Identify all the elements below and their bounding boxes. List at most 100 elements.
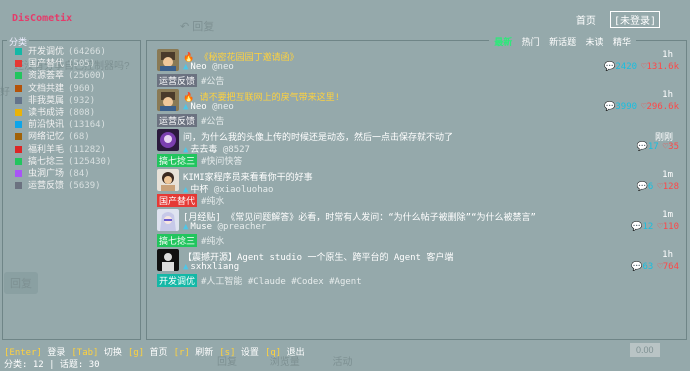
topic-author[interactable]: ▲ Neo @neo bbox=[183, 62, 234, 72]
category-item[interactable]: 网络记忆 (68) bbox=[15, 131, 111, 143]
like-count-value: 131.6k bbox=[646, 62, 679, 72]
category-badge[interactable]: 搞七捻三 bbox=[157, 234, 198, 247]
category-color-swatch bbox=[15, 145, 22, 153]
topic-stats: 💬63 ♡764 bbox=[631, 262, 679, 272]
avatar[interactable] bbox=[157, 49, 179, 71]
category-item[interactable]: 非我莫属 (932) bbox=[15, 95, 111, 107]
like-count: ♡764 bbox=[657, 262, 679, 272]
topic-row[interactable]: 【震撼开源】Agent studio 一个原生、跨平台的 Agent 客户端 ▲ s… bbox=[157, 249, 683, 289]
category-label: 前沿快讯 bbox=[28, 120, 65, 131]
category-item[interactable]: 福利羊毛 (11282) bbox=[15, 144, 111, 156]
topic-stats: 💬3990 ♡296.6k bbox=[604, 102, 679, 112]
author-name: sxhxliang bbox=[190, 262, 240, 272]
category-item[interactable]: 虫洞广场 (84) bbox=[15, 168, 111, 180]
like-count: ♡110 bbox=[657, 222, 679, 232]
key-hint-label: 刷新 bbox=[189, 348, 214, 358]
category-badge[interactable]: 国产替代 bbox=[157, 194, 198, 207]
tab-unread[interactable]: 未读 bbox=[586, 38, 604, 48]
topic-time: 1m bbox=[662, 170, 673, 180]
category-list: 开发调优 (64266) 国产替代 (505) 资源荟萃 (25600) 文档共建 (960)… bbox=[15, 46, 111, 192]
reply-count: 💬63 bbox=[631, 262, 653, 272]
topic-meta: 搞七捻三 #纯水 bbox=[157, 234, 224, 247]
topic-author[interactable]: ▲ Neo @neo bbox=[183, 102, 234, 112]
reply-count-value: 6 bbox=[647, 182, 654, 192]
reply-count-value: 12 bbox=[642, 222, 654, 232]
reply-count-value: 2420 bbox=[615, 62, 638, 72]
category-badge[interactable]: 开发调优 bbox=[157, 274, 198, 287]
category-label: 文档共建 bbox=[28, 83, 65, 94]
topic-row[interactable]: KIMI家程序员来看看你干的好事 ▲ 中杯 @xiaoluohao 国产替代 #纯水 1m… bbox=[157, 169, 683, 209]
reply-count: 💬17 bbox=[637, 142, 659, 152]
category-item[interactable]: 前沿快讯 (13164) bbox=[15, 119, 111, 131]
speech-bubble-icon: 💬 bbox=[636, 182, 648, 192]
tab-latest[interactable]: 最新 bbox=[494, 38, 512, 48]
category-item[interactable]: 资源荟萃 (25600) bbox=[15, 70, 111, 82]
avatar[interactable] bbox=[157, 249, 179, 271]
avatar[interactable] bbox=[157, 169, 179, 191]
category-count: (960) bbox=[68, 83, 96, 94]
topic-tags[interactable]: #纯水 bbox=[201, 197, 224, 207]
tab-top[interactable]: 精华 bbox=[613, 38, 631, 48]
topic-tags[interactable]: #快问快答 bbox=[201, 157, 242, 167]
topic-meta: 国产替代 #纯水 bbox=[157, 194, 224, 207]
category-item[interactable]: 运营反馈 (5639) bbox=[15, 180, 111, 192]
like-count: ♡35 bbox=[663, 142, 679, 152]
topic-author[interactable]: ▲ Muse @preacher bbox=[183, 222, 266, 232]
topic-tags[interactable]: #人工智能 #Claude #Codex #Agent bbox=[201, 277, 362, 287]
category-badge[interactable]: 运营反馈 bbox=[157, 114, 198, 127]
top-bar: DisCometix 首页 [未登录] bbox=[0, 0, 690, 34]
nav-home-link[interactable]: 首页 bbox=[576, 12, 596, 27]
category-label: 国产替代 bbox=[28, 59, 65, 70]
category-count: (25600) bbox=[68, 71, 106, 82]
key-hint-label: 设置 bbox=[235, 348, 259, 358]
avatar[interactable] bbox=[157, 89, 179, 111]
reply-count-value: 63 bbox=[642, 262, 654, 272]
key-hint: [s] 设置 bbox=[219, 348, 259, 358]
topic-row[interactable]: 问，为什么我的头像上传的时候还是动态，然后一点击保存就不动了 ▲ 去去毒 @8527… bbox=[157, 129, 683, 169]
category-item[interactable]: 国产替代 (505) bbox=[15, 58, 111, 70]
login-status-button[interactable]: [未登录] bbox=[609, 11, 660, 28]
topic-tags[interactable]: #纯水 bbox=[201, 237, 224, 247]
user-icon: ▲ bbox=[183, 102, 189, 112]
category-color-swatch bbox=[15, 108, 22, 116]
category-badge[interactable]: 搞七捻三 bbox=[157, 154, 198, 167]
author-name: Neo bbox=[190, 62, 207, 72]
like-count-value: 110 bbox=[662, 222, 679, 232]
author-handle: @neo bbox=[206, 62, 234, 72]
category-item[interactable]: 搞七捻三 (125430) bbox=[15, 156, 111, 168]
category-label: 网络记忆 bbox=[28, 132, 65, 143]
topic-row[interactable]: 🔥 《秘密花园园丁邀请函》 ▲ Neo @neo 运营反馈 #公告 1h 💬2420 ♡131… bbox=[157, 49, 683, 89]
category-item[interactable]: 读书成诗 (808) bbox=[15, 107, 111, 119]
like-count: ♡296.6k bbox=[641, 102, 679, 112]
topic-meta: 搞七捻三 #快问快答 bbox=[157, 154, 242, 167]
tab-new[interactable]: 新话题 bbox=[549, 38, 576, 48]
key-hint-label: 退出 bbox=[281, 348, 305, 358]
like-count: ♡131.6k bbox=[641, 62, 679, 72]
category-count: (505) bbox=[68, 59, 96, 70]
category-label: 读书成诗 bbox=[28, 107, 65, 118]
top-nav: 首页 [未登录] bbox=[576, 11, 660, 28]
avatar[interactable] bbox=[157, 129, 179, 151]
key-hint-label: 切换 bbox=[98, 348, 122, 358]
topic-tabs: 最新 热门 新话题 未读 精华 bbox=[489, 35, 636, 48]
user-icon: ▲ bbox=[183, 222, 189, 232]
category-color-swatch bbox=[15, 182, 22, 190]
topic-row[interactable]: 🔥 请不要把互联网上的戾气带来这里! ▲ Neo @neo 运营反馈 #公告 1h 💬399… bbox=[157, 89, 683, 129]
tab-hot[interactable]: 热门 bbox=[522, 38, 540, 48]
topic-tags[interactable]: #公告 bbox=[201, 117, 224, 127]
status-line: 分类: 12 | 话题: 30 bbox=[4, 360, 100, 370]
category-item[interactable]: 开发调优 (64266) bbox=[15, 46, 111, 58]
app-title: DisCometix bbox=[12, 13, 73, 24]
avatar[interactable] bbox=[157, 209, 179, 231]
speech-bubble-icon: 💬 bbox=[604, 62, 616, 72]
topic-tags[interactable]: #公告 bbox=[201, 77, 224, 87]
category-count: (84) bbox=[68, 168, 90, 179]
category-badge[interactable]: 运营反馈 bbox=[157, 74, 198, 87]
topic-row[interactable]: [月经贴] 《常见问题解答》必看，时常有人发问：“为什么帖子被删除”“为什么被禁… bbox=[157, 209, 683, 249]
category-item[interactable]: 文档共建 (960) bbox=[15, 83, 111, 95]
category-color-swatch bbox=[15, 60, 22, 68]
category-color-swatch bbox=[15, 72, 22, 80]
topic-stats: 💬2420 ♡131.6k bbox=[604, 62, 679, 72]
topic-author[interactable]: ▲ sxhxliang bbox=[183, 262, 239, 272]
category-count: (13164) bbox=[68, 120, 106, 131]
